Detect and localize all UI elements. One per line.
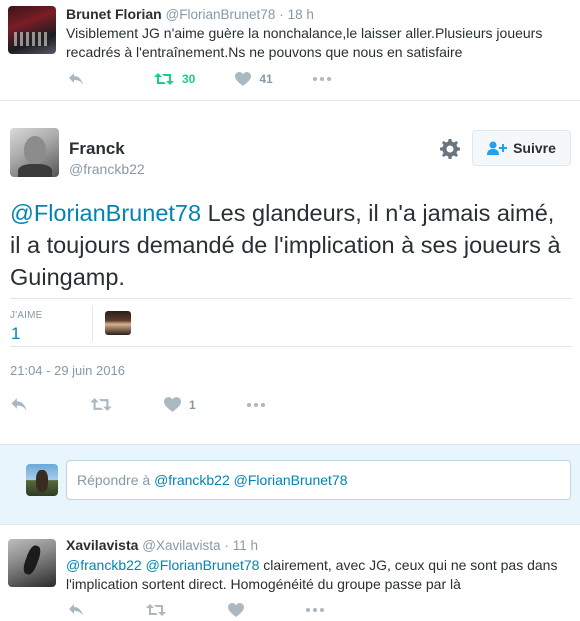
follow-label: Suivre [513,140,556,156]
retweet-icon [90,398,112,411]
retweet-icon [146,604,166,616]
more-icon [312,77,331,81]
tweet-text: Visiblement JG n'aime guère la nonchalan… [66,25,543,60]
avatar[interactable] [8,539,56,587]
reply-icon [69,604,83,616]
heart-icon [235,72,252,86]
separator-dot: · [279,7,284,22]
tweet-text: @franckb22 @FlorianBrunet78 clairement, … [66,556,571,594]
tweet-header: Xavilavista @Xavilavista · 11 h [66,537,258,553]
reply-input[interactable]: Répondre à @franckb22 @FlorianBrunet78 [66,460,571,500]
more-button[interactable] [306,608,324,612]
tweet-stats: J'AIME 1 [10,298,572,347]
tweet-actions: 1 [10,397,318,412]
likes-count[interactable]: 1 [11,324,20,344]
liker-avatar[interactable] [105,311,131,335]
avatar[interactable] [8,6,56,54]
avatar[interactable] [10,128,59,177]
reply-prefix: Répondre à [77,472,155,488]
reply-mention-1: @franckb22 [154,472,230,488]
like-button[interactable] [228,603,244,617]
like-button[interactable]: 1 [164,397,196,412]
tweet-time[interactable]: 18 h [288,7,314,22]
separator-dot: · [224,538,229,553]
reply-button[interactable] [68,603,84,617]
author-name[interactable]: Brunet Florian [66,6,162,22]
retweet-button[interactable] [90,397,112,412]
reply-mention-2: @FlorianBrunet78 [233,472,348,488]
tweet-text: @FlorianBrunet78 Les glandeurs, il n'a j… [10,197,570,293]
heart-icon [228,603,244,617]
tweet-header: Brunet Florian @FlorianBrunet78 · 18 h [66,6,314,22]
more-icon [246,402,265,407]
tweet-actions: 30 41 [68,72,371,86]
author-handle[interactable]: @Xavilavista [142,538,220,553]
author-handle[interactable]: @FlorianBrunet78 [166,7,276,22]
follow-user-icon [487,141,508,155]
tweet-time[interactable]: 11 h [233,538,258,553]
more-button[interactable] [312,77,331,81]
retweet-icon [154,73,174,85]
reply-composer: Répondre à @franckb22 @FlorianBrunet78 [0,445,580,525]
author-name[interactable]: Xavilavista [66,537,138,553]
current-user-avatar [26,464,58,496]
mention-link-2[interactable]: @FlorianBrunet78 [146,557,260,573]
retweet-button[interactable] [146,603,166,617]
more-icon [306,608,324,612]
tweet-timestamp[interactable]: 21:04 - 29 juin 2016 [10,363,125,378]
reply-button[interactable] [10,397,28,412]
reply-button[interactable] [68,72,84,86]
gear-icon [440,139,460,159]
reply-icon [69,73,83,85]
more-button[interactable] [246,402,266,407]
reply-icon [11,398,27,411]
retweet-button[interactable]: 30 [154,72,195,86]
tweet-actions [68,603,364,617]
mention-link[interactable]: @FlorianBrunet78 [10,200,201,226]
author-handle[interactable]: @franckb22 [69,161,145,177]
tweet-main: Franck @franckb22 Suivre @FlorianBrunet7… [0,101,580,445]
likes-label: J'AIME [10,310,43,321]
tweet-previous[interactable]: Brunet Florian @FlorianBrunet78 · 18 h V… [0,0,580,101]
heart-icon [164,397,181,412]
author-name[interactable]: Franck [69,139,125,159]
follow-button[interactable]: Suivre [472,130,571,166]
gear-button[interactable] [440,139,460,164]
tweet-next[interactable]: Xavilavista @Xavilavista · 11 h @franckb… [0,526,580,621]
like-count: 41 [259,72,273,86]
like-count: 1 [189,397,196,412]
retweet-count: 30 [182,72,196,86]
mention-link-1[interactable]: @franckb22 [66,557,142,573]
like-button[interactable]: 41 [235,72,273,86]
stats-divider [92,305,93,341]
